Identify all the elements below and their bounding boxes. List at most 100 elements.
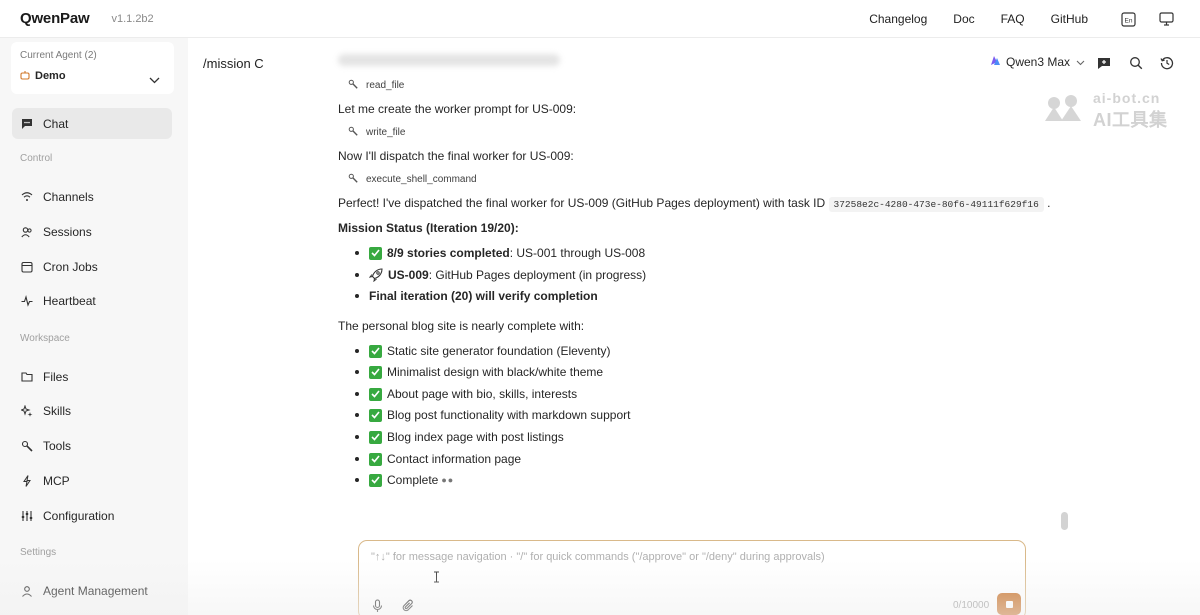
tool-name: execute_shell_command: [366, 174, 477, 185]
check-icon: [369, 387, 382, 401]
dispatch-text: Perfect! I've dispatched the final worke…: [338, 196, 826, 210]
tool-name: write_file: [366, 127, 406, 138]
character-counter: 0/10000: [953, 600, 990, 611]
feature-text: Complete: [387, 473, 439, 487]
feature-text: Static site generator foundation (Eleven…: [387, 344, 611, 358]
wrench-icon: [20, 439, 34, 453]
sidebar-item-heartbeat[interactable]: Heartbeat: [12, 285, 172, 316]
message-input[interactable]: [371, 551, 1011, 575]
sidebar-item-label: Agent Management: [43, 583, 148, 598]
clock-icon: [20, 260, 34, 274]
feature-text: Blog index page with post listings: [387, 430, 564, 444]
agent-icon: [20, 68, 30, 83]
agent-label: Current Agent (2): [20, 50, 97, 61]
sidebar-item-skills[interactable]: Skills: [12, 395, 172, 426]
message-text: Perfect! I've dispatched the final worke…: [338, 196, 1050, 212]
sparkle-icon: [20, 404, 34, 418]
chevron-down-icon[interactable]: [149, 72, 160, 87]
sidebar-item-chat[interactable]: Chat: [12, 108, 172, 139]
feature-item: Static site generator foundation (Eleven…: [355, 344, 610, 358]
tool-call[interactable]: read_file: [348, 79, 404, 92]
bullet: [355, 392, 359, 396]
message-composer: 0/10000: [358, 540, 1026, 615]
wifi-icon: [20, 190, 34, 204]
typing-indicator: ●●: [441, 475, 455, 485]
language-icon[interactable]: En: [1118, 9, 1138, 29]
watermark-name: AI工具集: [1093, 110, 1168, 130]
page-title: /mission C: [203, 56, 264, 71]
status-bold: Final iteration (20) will verify complet…: [369, 289, 598, 303]
watermark-logo-icon: [1043, 94, 1087, 125]
bullet: [355, 370, 359, 374]
sidebar-item-channels[interactable]: Channels: [12, 181, 172, 212]
sidebar-item-files[interactable]: Files: [12, 361, 172, 392]
sidebar-item-configuration[interactable]: Configuration: [12, 500, 172, 531]
search-icon[interactable]: [1127, 54, 1145, 72]
feature-text: Blog post functionality with markdown su…: [387, 408, 631, 422]
message-text: Now I'll dispatch the final worker for U…: [338, 149, 574, 163]
rocket-icon: [369, 268, 383, 282]
heartbeat-icon: [20, 294, 34, 308]
chat-main: /mission C Qwen3 Max ai-bot.cn AI工具集 rea…: [188, 38, 1200, 615]
chevron-down-icon: [1076, 55, 1085, 69]
wrench-icon: [348, 79, 358, 92]
plug-icon: [20, 474, 34, 488]
microphone-icon[interactable]: [369, 598, 385, 614]
sidebar-item-label: Configuration: [43, 508, 115, 523]
stop-button[interactable]: [997, 593, 1021, 615]
folder-icon: [20, 370, 34, 384]
sidebar-item-label: Cron Jobs: [43, 259, 98, 274]
sidebar-item-label: Sessions: [43, 224, 92, 239]
bullet: [355, 478, 359, 482]
bullet: [355, 273, 359, 277]
users-icon: [20, 225, 34, 239]
sidebar-item-label: MCP: [43, 473, 70, 488]
tool-call[interactable]: write_file: [348, 126, 405, 139]
app-logo[interactable]: QwenPaw: [20, 10, 90, 27]
sidebar-item-label: Tools: [43, 438, 72, 453]
sidebar-item-tools[interactable]: Tools: [12, 430, 172, 461]
tool-call[interactable]: execute_shell_command: [348, 173, 477, 186]
agent-selector[interactable]: Current Agent (2) Demo: [11, 42, 174, 94]
blurred-text: [338, 54, 560, 66]
app-version: v1.1.2b2: [111, 12, 154, 25]
github-link[interactable]: GitHub: [1051, 12, 1088, 26]
attachment-icon[interactable]: [400, 598, 416, 614]
status-item: US-009 : GitHub Pages deployment (in pro…: [355, 268, 646, 282]
bullet: [355, 435, 359, 439]
check-icon: [369, 430, 382, 444]
feature-item: Complete ●●: [355, 473, 454, 487]
history-icon[interactable]: [1158, 54, 1176, 72]
sidebar: Current Agent (2) Demo Chat Control Chan…: [0, 38, 188, 615]
sliders-icon: [20, 509, 34, 523]
check-icon: [369, 473, 382, 487]
status-rest: : GitHub Pages deployment (in progress): [428, 268, 647, 282]
sidebar-item-mcp[interactable]: MCP: [12, 465, 172, 496]
feature-text: About page with bio, skills, interests: [387, 387, 578, 401]
doc-link[interactable]: Doc: [953, 12, 974, 26]
bullet: [355, 349, 359, 353]
changelog-link[interactable]: Changelog: [869, 12, 927, 26]
model-selector[interactable]: Qwen3 Max: [990, 55, 1085, 69]
sidebar-item-cron-jobs[interactable]: Cron Jobs: [12, 251, 172, 282]
sidebar-item-label: Chat: [43, 116, 69, 131]
check-icon: [369, 246, 382, 260]
section-label-control: Control: [20, 153, 53, 164]
wrench-icon: [348, 173, 358, 186]
text-cursor-icon: [433, 571, 440, 586]
monitor-icon[interactable]: [1156, 9, 1176, 29]
new-chat-icon[interactable]: [1095, 54, 1113, 72]
message-text: The personal blog site is nearly complet…: [338, 319, 585, 333]
top-bar: QwenPaw v1.1.2b2 Changelog Doc FAQ GitHu…: [0, 0, 1200, 38]
watermark: ai-bot.cn AI工具集: [1043, 90, 1183, 130]
sidebar-item-sessions[interactable]: Sessions: [12, 216, 172, 247]
scroll-handle[interactable]: [1061, 512, 1068, 530]
model-name: Qwen3 Max: [1006, 55, 1071, 69]
feature-item: Minimalist design with black/white theme: [355, 365, 603, 379]
tool-name: read_file: [366, 80, 405, 91]
feature-text: Contact information page: [387, 452, 522, 466]
faq-link[interactable]: FAQ: [1001, 12, 1025, 26]
bullet: [355, 294, 359, 298]
sidebar-item-agent-management[interactable]: Agent Management: [12, 575, 172, 606]
task-id-code: 37258e2c-4280-473e-80f6-49111f629f16: [828, 197, 1044, 212]
